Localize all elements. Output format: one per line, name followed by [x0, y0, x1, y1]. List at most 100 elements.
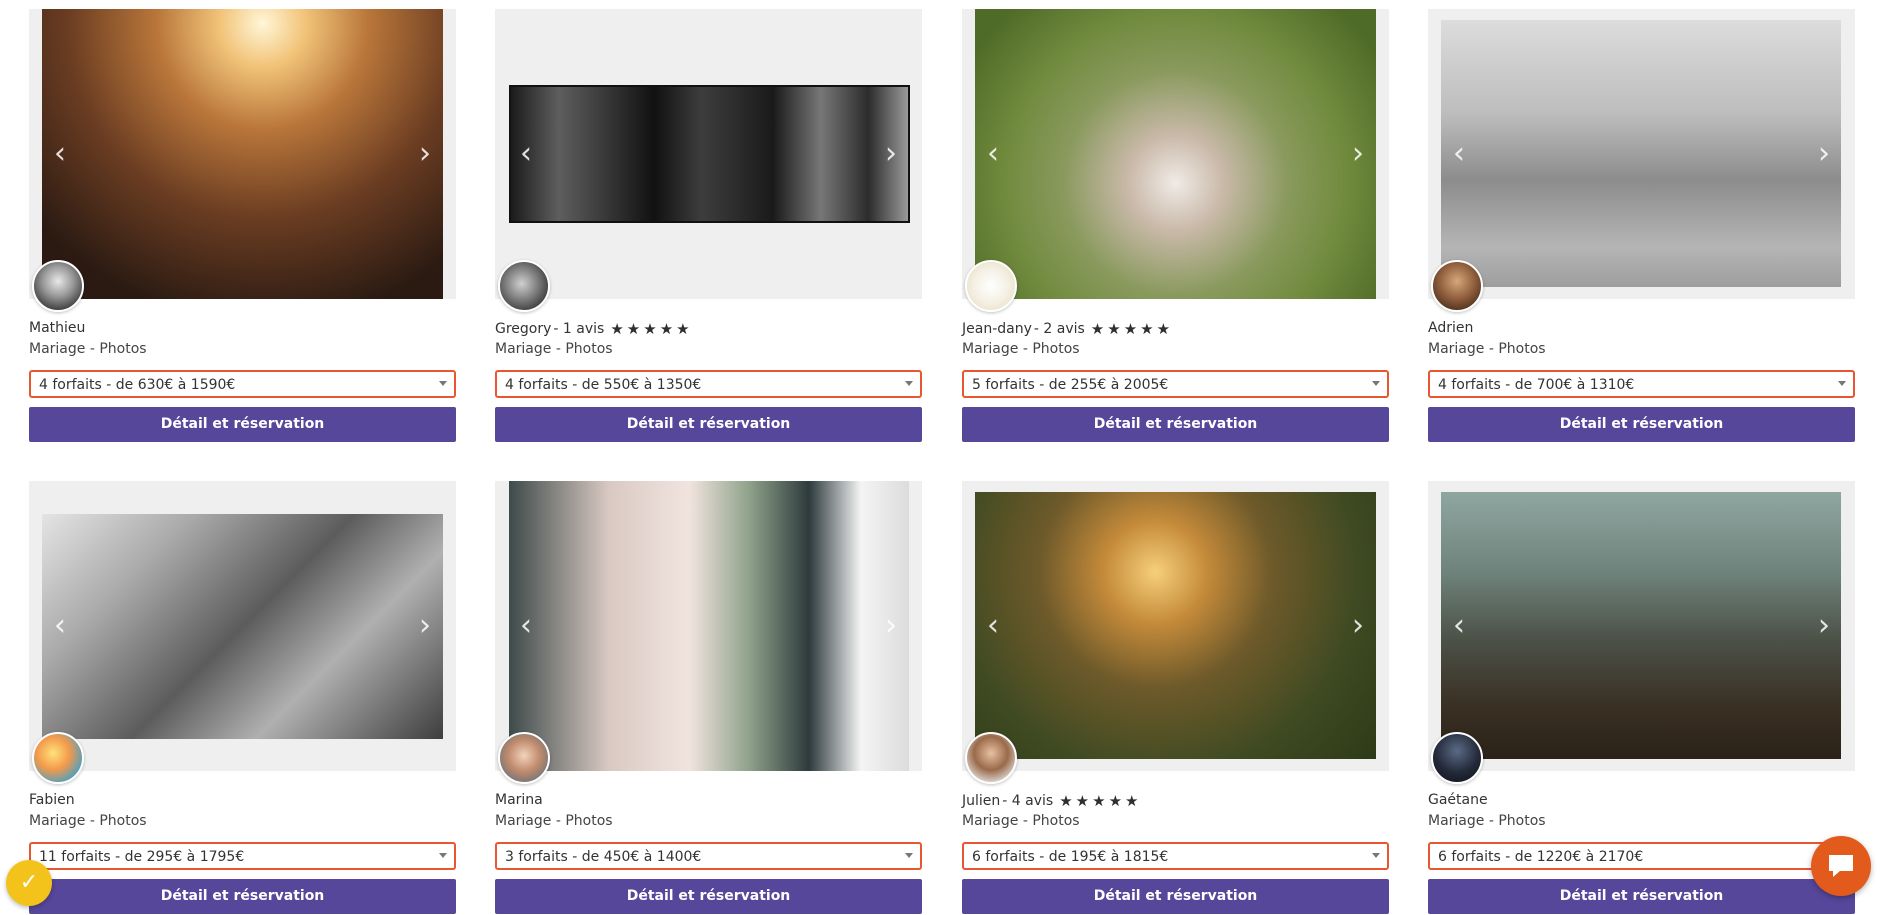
- packages-select-value: 6 forfaits - de 1220€ à 2170€: [1438, 849, 1644, 865]
- star-icon: ★: [1092, 792, 1106, 810]
- chat-widget-button[interactable]: [1811, 836, 1871, 896]
- photo-carousel[interactable]: ‹ ›: [1428, 481, 1855, 771]
- avatar[interactable]: [1431, 260, 1483, 312]
- packages-select-value: 3 forfaits - de 450€ à 1400€: [505, 849, 702, 865]
- wedding-photo: [509, 481, 909, 771]
- star-icon: ★: [1140, 320, 1154, 338]
- star-icon: ★: [659, 320, 674, 338]
- vendor-category: Mariage - Photos: [1428, 813, 1546, 829]
- photo-carousel[interactable]: ‹ ›: [495, 9, 922, 299]
- packages-select-value: 11 forfaits - de 295€ à 1795€: [39, 849, 245, 865]
- details-booking-button[interactable]: Détail et réservation: [1428, 879, 1855, 914]
- wedding-photo: [1441, 492, 1841, 759]
- chevron-right-icon[interactable]: ›: [1809, 134, 1839, 174]
- vendor-name: Marina: [495, 792, 543, 808]
- vendor-category: Mariage - Photos: [962, 341, 1080, 357]
- details-booking-button[interactable]: Détail et réservation: [962, 407, 1389, 442]
- wedding-photo: [42, 514, 443, 739]
- vendor-category: Mariage - Photos: [29, 341, 147, 357]
- packages-select[interactable]: 11 forfaits - de 295€ à 1795€: [29, 842, 456, 870]
- photo-carousel[interactable]: ‹ ›: [962, 481, 1389, 771]
- chevron-left-icon[interactable]: ‹: [45, 606, 75, 646]
- avatar[interactable]: [32, 260, 84, 312]
- caret-down-icon: [439, 853, 447, 858]
- star-rating: ★ ★ ★ ★ ★: [1059, 792, 1138, 810]
- packages-select-value: 4 forfaits - de 630€ à 1590€: [39, 377, 236, 393]
- packages-select[interactable]: 3 forfaits - de 450€ à 1400€: [495, 842, 922, 870]
- review-count: - 2 avis: [1033, 321, 1085, 337]
- chevron-left-icon[interactable]: ‹: [511, 134, 541, 174]
- chevron-left-icon[interactable]: ‹: [978, 606, 1008, 646]
- star-icon: ★: [1125, 792, 1139, 810]
- avatar[interactable]: [498, 732, 550, 784]
- vendor-category: Mariage - Photos: [29, 813, 147, 829]
- star-icon: ★: [1107, 320, 1121, 338]
- vendor-category: Mariage - Photos: [1428, 341, 1546, 357]
- packages-select[interactable]: 4 forfaits - de 630€ à 1590€: [29, 370, 456, 398]
- packages-select[interactable]: 4 forfaits - de 700€ à 1310€: [1428, 370, 1855, 398]
- chevron-left-icon[interactable]: ‹: [511, 606, 541, 646]
- vendor-category: Mariage - Photos: [495, 813, 613, 829]
- star-rating: ★ ★ ★ ★ ★: [610, 320, 689, 338]
- avatar[interactable]: [498, 260, 550, 312]
- avatar[interactable]: [965, 260, 1017, 312]
- chat-bubble-icon: [1829, 855, 1853, 877]
- chevron-right-icon[interactable]: ›: [410, 134, 440, 174]
- star-icon: ★: [626, 320, 641, 338]
- star-icon: ★: [676, 320, 690, 338]
- chevron-right-icon[interactable]: ›: [1343, 606, 1373, 646]
- avatar[interactable]: [1431, 732, 1483, 784]
- details-booking-button[interactable]: Détail et réservation: [495, 879, 922, 914]
- details-booking-button[interactable]: Détail et réservation: [29, 879, 456, 914]
- vendor-name-line: Gaétane: [1428, 792, 1488, 808]
- photo-carousel[interactable]: ‹ ›: [29, 9, 456, 299]
- review-count: - 4 avis: [1002, 793, 1054, 809]
- chevron-left-icon[interactable]: ‹: [978, 134, 1008, 174]
- chevron-right-icon[interactable]: ›: [1809, 606, 1839, 646]
- caret-down-icon: [1372, 853, 1380, 858]
- star-rating: ★ ★ ★ ★ ★: [1091, 320, 1170, 338]
- packages-select[interactable]: 4 forfaits - de 550€ à 1350€: [495, 370, 922, 398]
- chevron-left-icon[interactable]: ‹: [1444, 134, 1474, 174]
- wedding-photo: [975, 492, 1376, 759]
- chevron-right-icon[interactable]: ›: [410, 606, 440, 646]
- photo-carousel[interactable]: ‹ ›: [1428, 9, 1855, 299]
- vendor-name: Julien: [962, 793, 1001, 809]
- details-booking-button[interactable]: Détail et réservation: [962, 879, 1389, 914]
- vendor-name-line: Julien - 4 avis ★ ★ ★ ★ ★: [962, 792, 1138, 810]
- chevron-left-icon[interactable]: ‹: [45, 134, 75, 174]
- star-icon: ★: [610, 320, 624, 338]
- packages-select-value: 4 forfaits - de 700€ à 1310€: [1438, 377, 1635, 393]
- vendor-name-line: Marina: [495, 792, 543, 808]
- chevron-left-icon[interactable]: ‹: [1444, 606, 1474, 646]
- chevron-right-icon[interactable]: ›: [876, 134, 906, 174]
- photo-carousel[interactable]: ‹ ›: [962, 9, 1389, 299]
- avatar[interactable]: [32, 732, 84, 784]
- vendor-name: Fabien: [29, 792, 75, 808]
- vendor-name-line: Fabien: [29, 792, 75, 808]
- vendor-name: Gaétane: [1428, 792, 1488, 808]
- packages-select[interactable]: 6 forfaits - de 195€ à 1815€: [962, 842, 1389, 870]
- star-icon: ★: [1123, 320, 1138, 338]
- avatar[interactable]: [965, 732, 1017, 784]
- details-booking-button[interactable]: Détail et réservation: [1428, 407, 1855, 442]
- star-icon: ★: [1108, 792, 1123, 810]
- wedding-photo: [1441, 20, 1841, 287]
- packages-select[interactable]: 5 forfaits - de 255€ à 2005€: [962, 370, 1389, 398]
- packages-select-value: 4 forfaits - de 550€ à 1350€: [505, 377, 702, 393]
- photo-carousel[interactable]: ‹ ›: [29, 481, 456, 771]
- details-booking-button[interactable]: Détail et réservation: [29, 407, 456, 442]
- wedding-photo: [509, 85, 910, 223]
- wedding-photo: [42, 9, 443, 299]
- star-icon: ★: [1156, 320, 1171, 338]
- checkmark-badge-icon[interactable]: ✓: [6, 860, 52, 906]
- chevron-right-icon[interactable]: ›: [876, 606, 906, 646]
- vendor-name-line: Gregory - 1 avis ★ ★ ★ ★ ★: [495, 320, 690, 338]
- vendor-name-line: Mathieu: [29, 320, 85, 336]
- details-booking-button[interactable]: Détail et réservation: [495, 407, 922, 442]
- caret-down-icon: [905, 853, 913, 858]
- photo-carousel[interactable]: ‹ ›: [495, 481, 922, 771]
- star-icon: ★: [643, 320, 657, 338]
- packages-select[interactable]: 6 forfaits - de 1220€ à 2170€: [1428, 842, 1855, 870]
- chevron-right-icon[interactable]: ›: [1343, 134, 1373, 174]
